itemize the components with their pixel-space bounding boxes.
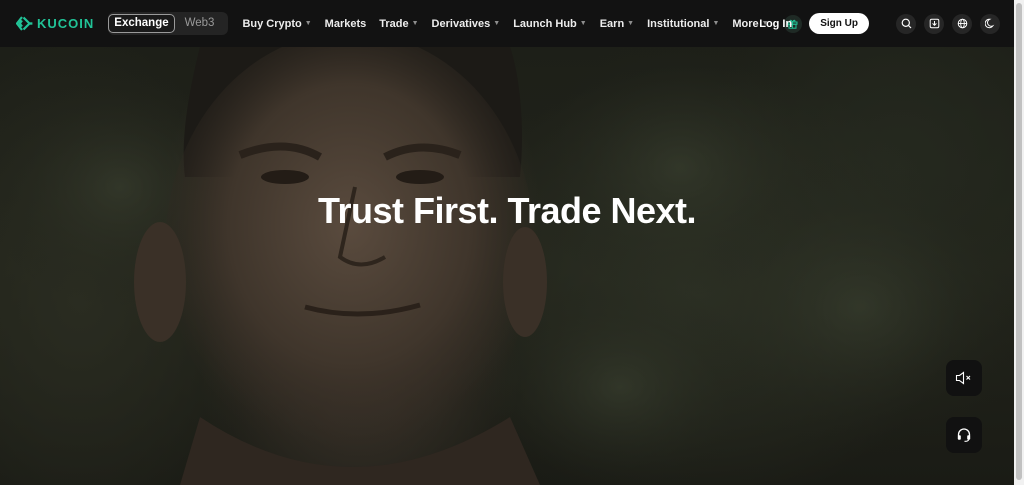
hero-banner: Trust First. Trade Next. (0, 47, 1014, 485)
kucoin-logo-icon (16, 16, 33, 31)
nav-derivatives[interactable]: Derivatives ▼ (432, 18, 501, 30)
search-icon (901, 18, 911, 29)
scrollbar-thumb[interactable] (1016, 3, 1022, 480)
nav-label: Markets (324, 17, 367, 30)
hero-background-image (0, 47, 1014, 485)
kucoin-logo[interactable]: KUCOIN (16, 16, 94, 31)
nav-label: Earn (599, 17, 625, 30)
speaker-mute-icon (955, 371, 971, 385)
header-right-area: Log In Sign Up (759, 0, 1000, 47)
exchange-web3-switch: Exchange Web3 (108, 12, 229, 35)
globe-icon (957, 18, 967, 29)
customer-support-button[interactable] (946, 417, 982, 453)
chevron-down-icon: ▼ (493, 20, 501, 27)
login-link[interactable]: Log In (759, 18, 792, 30)
nav-trade[interactable]: Trade ▼ (379, 18, 418, 30)
theme-toggle-button[interactable] (980, 13, 1000, 34)
nav-label: Trade (379, 17, 409, 30)
nav-label: Launch Hub (513, 17, 577, 30)
mute-video-button[interactable] (946, 360, 982, 396)
main-nav: Buy Crypto ▼ Markets Trade ▼ Derivatives ▼ … (242, 14, 802, 33)
language-button[interactable] (952, 13, 972, 34)
logo-text: KUCOIN (37, 16, 95, 31)
nav-earn[interactable]: Earn ▼ (600, 18, 634, 30)
nav-label: Institutional (647, 17, 710, 30)
chevron-down-icon: ▼ (411, 20, 419, 27)
nav-label: More (732, 17, 759, 30)
nav-label: Derivatives (431, 17, 491, 30)
page-scrollbar[interactable] (1014, 0, 1024, 485)
chevron-down-icon: ▼ (579, 20, 587, 27)
chevron-down-icon: ▼ (712, 20, 720, 27)
download-button[interactable] (924, 13, 944, 34)
nav-markets[interactable]: Markets (325, 18, 367, 30)
nav-buy-crypto[interactable]: Buy Crypto ▼ (242, 18, 311, 30)
download-icon (929, 18, 939, 29)
chevron-down-icon: ▼ (627, 20, 635, 27)
top-navigation-bar: KUCOIN Exchange Web3 Buy Crypto ▼ Markets… (0, 0, 1014, 47)
nav-label: Buy Crypto (242, 17, 302, 30)
hero-title: Trust First. Trade Next. (317, 190, 697, 231)
chevron-down-icon: ▼ (304, 20, 312, 27)
moon-icon (984, 18, 994, 29)
search-button[interactable] (896, 13, 916, 34)
nav-institutional[interactable]: Institutional ▼ (647, 18, 719, 30)
nav-launch-hub[interactable]: Launch Hub ▼ (513, 18, 587, 30)
signup-button[interactable]: Sign Up (809, 13, 869, 34)
headset-icon (957, 428, 971, 442)
exchange-tab[interactable]: Exchange (108, 14, 175, 33)
web3-tab[interactable]: Web3 (179, 13, 221, 34)
